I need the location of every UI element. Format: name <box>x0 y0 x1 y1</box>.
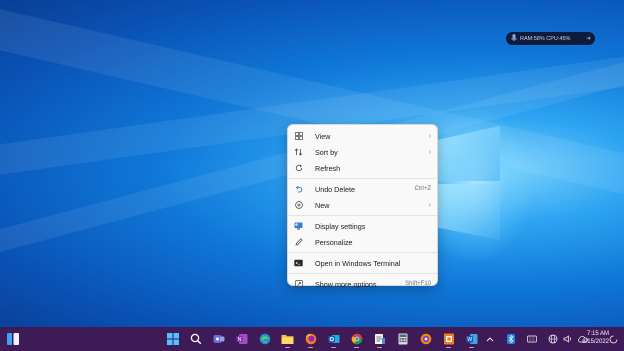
more-options-icon <box>294 280 303 289</box>
menu-item-label: Sort by <box>315 147 338 157</box>
menu-divider <box>288 252 437 253</box>
teams-icon[interactable] <box>209 329 228 349</box>
sort-icon <box>294 148 303 157</box>
taskbar-clock[interactable]: 7:15 AM 8/15/2022 <box>575 330 609 346</box>
onenote-icon[interactable]: N <box>232 329 251 349</box>
outlook-icon[interactable] <box>324 329 343 349</box>
menu-item-undo-delete[interactable]: Undo Delete Ctrl+Z <box>288 181 437 197</box>
menu-item-new[interactable]: New › <box>288 197 437 213</box>
display-icon <box>294 222 303 231</box>
running-indicator <box>308 346 313 348</box>
undo-icon <box>294 185 303 194</box>
calculator-icon[interactable] <box>393 329 412 349</box>
chevron-right-icon: › <box>428 201 431 209</box>
notification-icon[interactable] <box>608 334 618 344</box>
file-explorer-icon[interactable] <box>278 329 297 349</box>
word-icon[interactable]: W <box>462 329 481 349</box>
running-indicator <box>469 346 474 348</box>
clock-date: 8/15/2022 <box>582 339 609 345</box>
running-indicator <box>377 346 382 348</box>
edge-icon[interactable] <box>255 329 274 349</box>
arrow-right-icon[interactable]: ➜ <box>586 35 591 42</box>
notepad-icon[interactable] <box>370 329 389 349</box>
system-tray <box>484 331 588 347</box>
search-icon[interactable] <box>186 329 205 349</box>
menu-item-label: Personalize <box>315 237 353 247</box>
menu-item-windows-terminal[interactable]: Open in Windows Terminal <box>288 255 437 271</box>
volume-icon[interactable] <box>562 333 573 345</box>
firefox-icon[interactable] <box>301 329 320 349</box>
shortcut-text: Ctrl+Z <box>414 186 432 192</box>
system-monitor-widget[interactable]: RAM:58% CPU:45% ➜ <box>506 32 595 45</box>
bluetooth-icon[interactable] <box>505 333 516 345</box>
running-indicator <box>285 346 290 348</box>
taskbar: N W 7:15 AM 8/15/2022 <box>0 327 624 351</box>
chevron-right-icon: › <box>428 132 431 140</box>
chrome-icon[interactable] <box>347 329 366 349</box>
widgets-icon[interactable] <box>6 332 20 346</box>
globe-icon[interactable] <box>547 333 558 345</box>
menu-item-show-more-options[interactable]: Show more options Shift+F10 <box>288 276 437 292</box>
menu-divider <box>288 273 437 274</box>
menu-item-sort-by[interactable]: Sort by › <box>288 144 437 160</box>
menu-item-label: Show more options <box>315 279 377 289</box>
menu-item-label: Open in Windows Terminal <box>315 258 401 268</box>
chevron-up-icon[interactable] <box>484 333 495 345</box>
menu-item-label: Undo Delete <box>315 184 355 194</box>
desktop[interactable]: RAM:58% CPU:45% ➜ View › Sort by › Refre… <box>0 0 624 327</box>
grid-icon <box>294 132 303 141</box>
refresh-icon <box>294 164 303 173</box>
menu-item-view[interactable]: View › <box>288 128 437 144</box>
browser-icon[interactable] <box>416 329 435 349</box>
context-menu: View › Sort by › Refresh Undo Delete Ctr… <box>287 124 438 289</box>
menu-item-label: Refresh <box>315 163 341 173</box>
running-indicator <box>446 346 451 348</box>
office-icon[interactable] <box>439 329 458 349</box>
pen-icon <box>294 238 303 247</box>
svg-text:W: W <box>467 337 472 343</box>
windows-start-icon[interactable] <box>163 329 182 349</box>
keyboard-icon[interactable] <box>526 333 537 345</box>
svg-text:N: N <box>237 337 241 343</box>
microphone-icon <box>510 34 517 43</box>
chevron-right-icon: › <box>428 148 431 156</box>
menu-divider <box>288 178 437 179</box>
resource-usage-text: RAM:58% CPU:45% <box>520 35 571 42</box>
menu-item-personalize[interactable]: Personalize <box>288 234 437 250</box>
clock-time: 7:15 AM <box>586 331 609 337</box>
running-indicator <box>354 346 359 348</box>
terminal-icon <box>294 259 303 268</box>
menu-divider <box>288 215 437 216</box>
new-icon <box>294 201 303 210</box>
menu-item-label: View <box>315 131 331 141</box>
menu-item-label: Display settings <box>315 221 366 231</box>
menu-item-display-settings[interactable]: Display settings <box>288 218 437 234</box>
running-indicator <box>331 346 336 348</box>
menu-item-label: New <box>315 200 330 210</box>
menu-item-refresh[interactable]: Refresh <box>288 160 437 176</box>
taskbar-apps: N W <box>163 329 481 349</box>
shortcut-text: Shift+F10 <box>405 281 431 287</box>
